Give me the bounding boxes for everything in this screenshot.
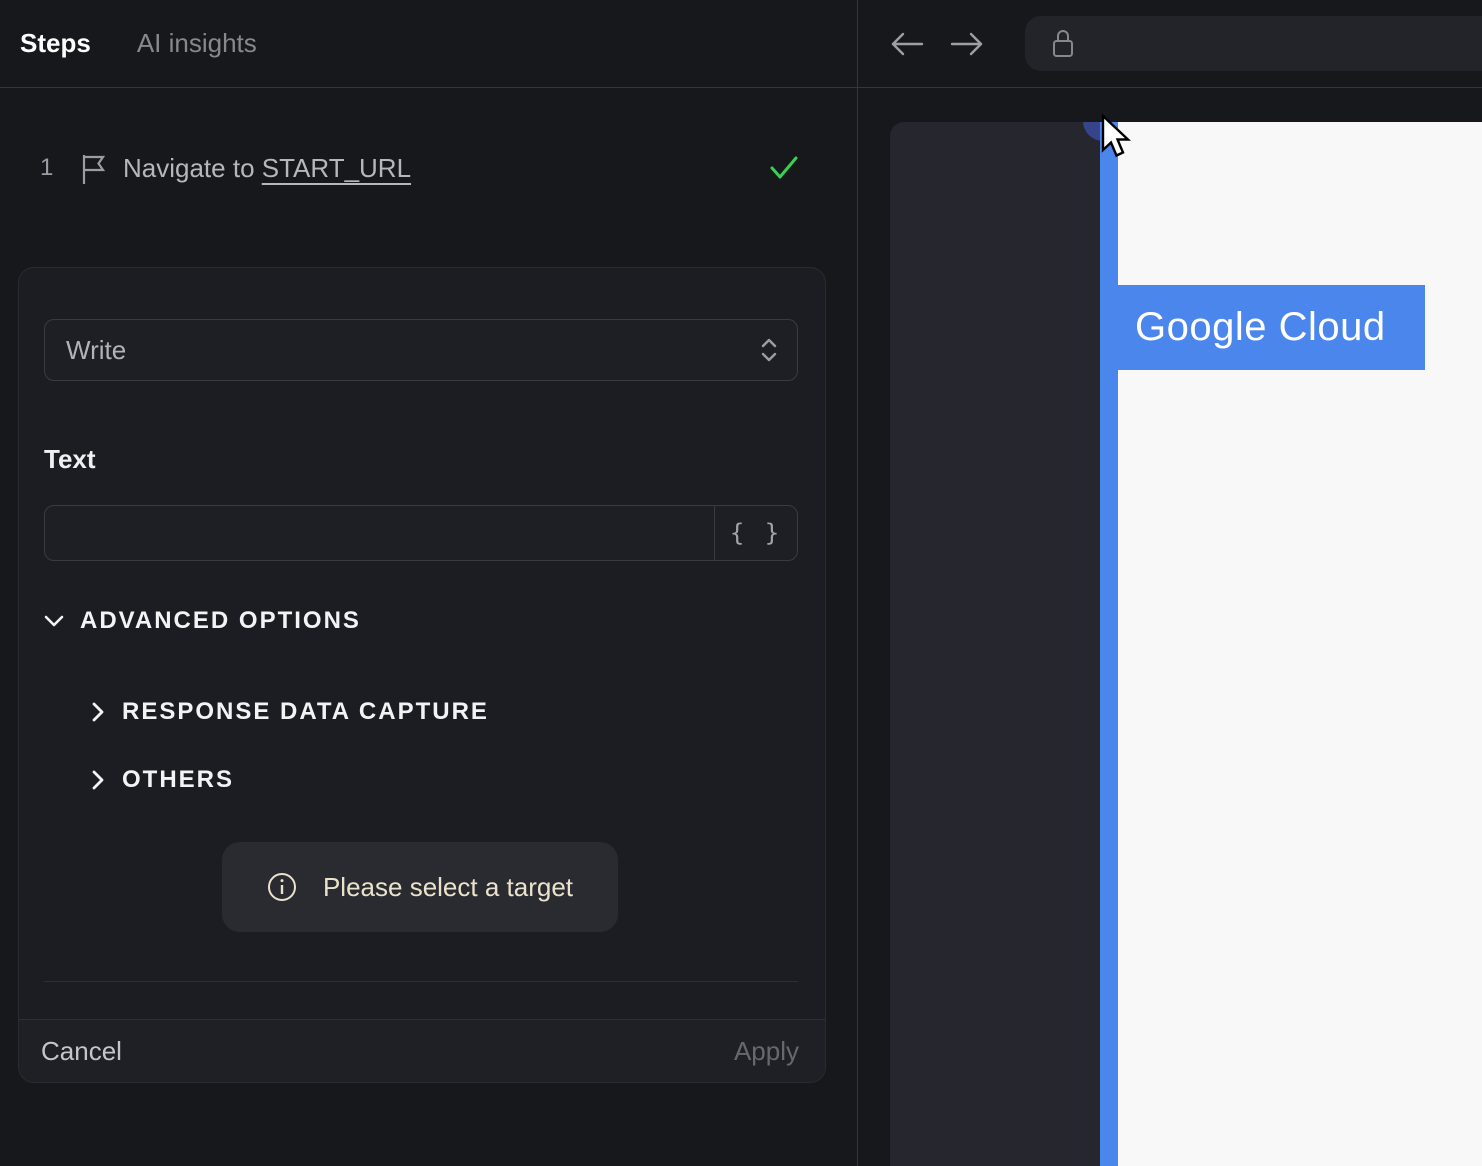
- text-field-label: Text: [44, 444, 96, 474]
- left-panel-tabs: Steps AI insights: [20, 0, 257, 87]
- select-target-notice: Please select a target: [222, 842, 618, 932]
- forward-arrow-icon[interactable]: [948, 32, 984, 56]
- app-window: Steps AI insights 1 Navigate to START_UR…: [0, 0, 1482, 1166]
- apply-button[interactable]: Apply: [734, 1036, 799, 1067]
- tab-ai-insights[interactable]: AI insights: [137, 28, 257, 59]
- start-url-link[interactable]: START_URL: [262, 153, 411, 183]
- highlighted-sidebar-element[interactable]: [1100, 122, 1118, 1166]
- step-title: Navigate to START_URL: [123, 153, 411, 184]
- header-divider: [0, 87, 1482, 88]
- highlighted-element-google-cloud[interactable]: Google Cloud: [1115, 285, 1425, 370]
- info-icon: [267, 872, 297, 902]
- step-row[interactable]: 1 Navigate to START_URL: [0, 142, 857, 194]
- chevron-right-icon: [91, 769, 105, 791]
- advanced-options-toggle[interactable]: ADVANCED OPTIONS: [44, 607, 361, 635]
- step-success-check-icon: [768, 152, 800, 184]
- text-input[interactable]: [45, 506, 714, 560]
- select-unfold-icon: [759, 337, 779, 363]
- back-arrow-icon[interactable]: [890, 32, 926, 56]
- response-data-capture-label: RESPONSE DATA CAPTURE: [122, 698, 489, 725]
- insert-variable-button[interactable]: { }: [714, 506, 797, 560]
- advanced-options-label: ADVANCED OPTIONS: [80, 607, 361, 634]
- action-type-select[interactable]: Write: [44, 319, 798, 381]
- card-footer: Cancel Apply: [19, 1019, 825, 1082]
- step-number: 1: [40, 154, 54, 181]
- page-content-area: [1118, 122, 1482, 1166]
- tab-steps[interactable]: Steps: [20, 28, 91, 59]
- browser-viewport: Google Cloud: [890, 122, 1482, 1166]
- others-toggle[interactable]: OTHERS: [91, 766, 234, 794]
- action-type-value: Write: [66, 334, 127, 365]
- flag-icon: [80, 154, 108, 186]
- browser-nav: [890, 0, 984, 87]
- cancel-button[interactable]: Cancel: [41, 1036, 122, 1067]
- chevron-right-icon: [91, 701, 105, 723]
- lock-icon: [1050, 28, 1076, 60]
- others-label: OTHERS: [122, 766, 235, 793]
- text-input-group: { }: [44, 505, 798, 561]
- chevron-down-icon: [44, 614, 64, 628]
- panel-divider: [857, 0, 858, 1166]
- select-target-notice-text: Please select a target: [322, 871, 574, 902]
- card-inset-divider: [44, 981, 798, 982]
- highlighted-element-label: Google Cloud: [1135, 305, 1386, 349]
- step-title-text: Navigate to: [123, 152, 262, 183]
- url-bar[interactable]: [1025, 16, 1482, 71]
- step-editor-card: Write Text { } ADVANCED OPTIONS RESPONSE…: [18, 267, 826, 1083]
- response-data-capture-toggle[interactable]: RESPONSE DATA CAPTURE: [91, 698, 489, 726]
